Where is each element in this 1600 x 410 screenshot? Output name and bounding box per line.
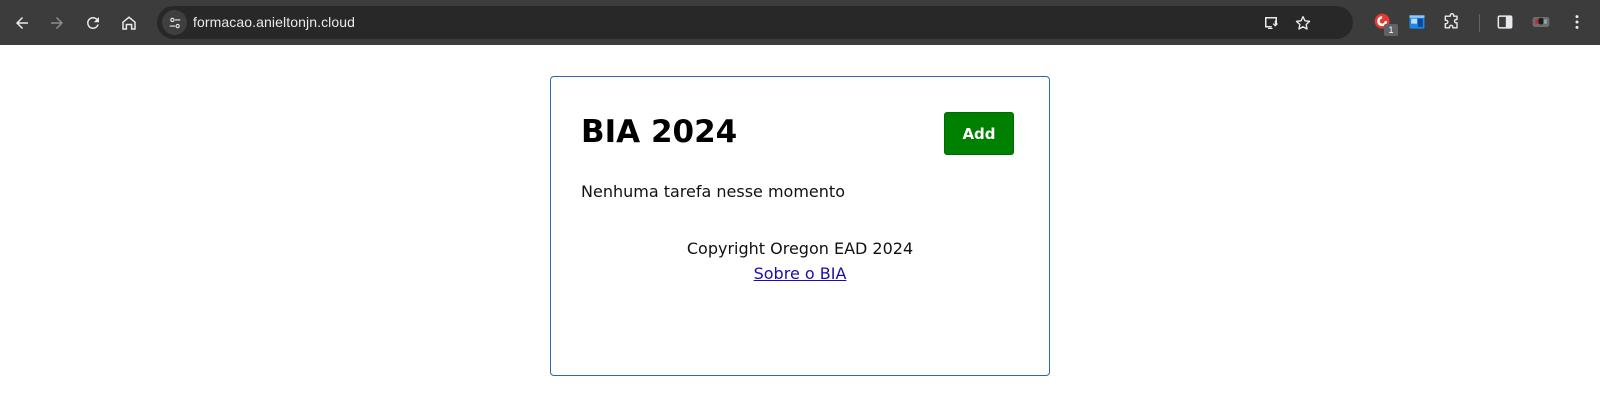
task-card: BIA 2024 Add Nenhuma tarefa nesse moment…	[550, 76, 1050, 376]
toolbar-divider	[1479, 14, 1480, 32]
address-bar[interactable]: formacao.anieltonjn.cloud	[157, 6, 1353, 39]
reload-icon	[87, 16, 99, 29]
arrow-right-icon	[51, 17, 63, 29]
reload-button[interactable]	[79, 9, 107, 37]
site-info-button[interactable]	[162, 10, 187, 35]
extension-button[interactable]: 1	[1371, 10, 1398, 36]
puzzle-icon	[1444, 13, 1458, 29]
side-panel-icon	[1497, 15, 1513, 29]
star-icon	[1295, 15, 1311, 30]
page-title: BIA 2024	[581, 114, 738, 150]
kebab-menu-icon	[1575, 15, 1579, 29]
window-extension-icon	[1409, 15, 1425, 29]
install-app-icon	[1265, 17, 1278, 29]
tune-icon	[169, 17, 180, 28]
side-panel-button[interactable]	[1493, 10, 1517, 34]
install-app-button[interactable]	[1260, 12, 1282, 34]
empty-task-message: Nenhuma tarefa nesse momento	[581, 182, 845, 201]
copyright-text: Copyright Oregon EAD 2024	[686, 239, 914, 258]
home-icon	[122, 16, 136, 30]
arrow-left-icon	[16, 17, 28, 29]
home-button[interactable]	[115, 9, 143, 37]
about-link[interactable]: Sobre o BIA	[754, 264, 847, 283]
extensions-button[interactable]	[1440, 10, 1464, 34]
forward-button[interactable]	[43, 9, 71, 37]
menu-button[interactable]	[1565, 10, 1589, 34]
extension-blue-button[interactable]	[1405, 10, 1429, 34]
profile-button[interactable]	[1529, 10, 1553, 34]
browser-toolbar: formacao.anieltonjn.cloud 1	[0, 0, 1600, 45]
back-button[interactable]	[8, 9, 36, 37]
footer: Copyright Oregon EAD 2024 Sobre o BIA	[551, 236, 1049, 286]
bookmark-button[interactable]	[1292, 12, 1314, 34]
add-button[interactable]: Add	[944, 112, 1014, 155]
url-text[interactable]: formacao.anieltonjn.cloud	[193, 6, 355, 39]
avatar	[1532, 17, 1550, 27]
extension-badge: 1	[1384, 24, 1398, 36]
